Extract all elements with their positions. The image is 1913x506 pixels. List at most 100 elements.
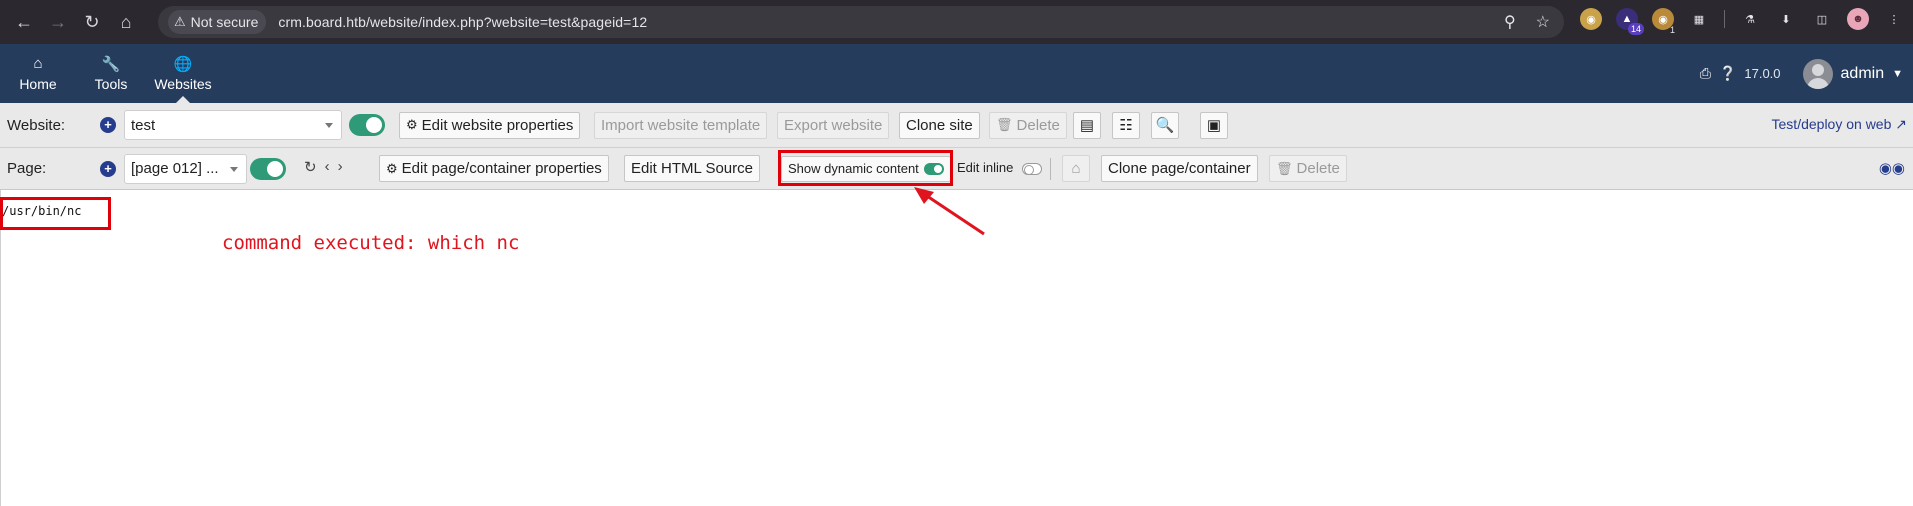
import-template-button[interactable]: Import website template (594, 111, 768, 139)
page-label: Page: (7, 160, 47, 177)
clone-site-label: Clone site (906, 116, 973, 134)
page-toolbar: Page: + [page 012] ... ↻ ‹ › ⚙ Edit page… (0, 148, 1913, 190)
security-label: Not secure (190, 14, 259, 30)
top-menu: ⌂ Home 🔧 Tools 🌐 Websites (0, 44, 1913, 103)
annotation-text: command executed: which nc (222, 232, 520, 254)
import-template-label: Import website template (601, 116, 761, 134)
trash-icon: 🗑 (996, 117, 1013, 132)
deploy-link-label: Test/deploy on web (1771, 116, 1892, 132)
user-name[interactable]: admin (1841, 65, 1885, 83)
address-bar[interactable]: ⚠ Not secure crm.board.htb/website/index… (158, 6, 1564, 38)
edit-inline-control[interactable]: Edit inline (957, 160, 1042, 175)
delete-page-label: Delete (1296, 160, 1340, 177)
security-chip[interactable]: ⚠ Not secure (168, 10, 267, 34)
search-icon: 🔍 (1155, 117, 1175, 134)
extension-badge-small: 1 (1669, 25, 1675, 35)
image-icon: ▣ (1206, 117, 1222, 134)
clone-site-button[interactable]: Clone site (899, 111, 980, 139)
edit-page-properties-button[interactable]: ⚙ Edit page/container properties (379, 155, 609, 182)
page-status-toggle[interactable] (250, 157, 286, 180)
delete-website-label: Delete (1016, 116, 1060, 134)
page-select[interactable]: [page 012] ... (124, 153, 247, 184)
binoculars-icon[interactable]: ◉◉ (1879, 159, 1905, 177)
edit-inline-toggle[interactable] (1022, 162, 1042, 175)
side-panel-icon[interactable]: ◫ (1811, 8, 1833, 30)
website-status-toggle[interactable] (349, 114, 385, 136)
edit-html-source-label: Edit HTML Source (631, 160, 753, 177)
trash-icon: 🗑 (1276, 160, 1293, 176)
delete-website-button[interactable]: 🗑 Delete (989, 111, 1067, 139)
chevron-down-icon (230, 166, 238, 172)
search-button[interactable]: 🔍 (1151, 111, 1179, 139)
drive-button[interactable]: ▤ (1073, 111, 1101, 139)
url-text[interactable]: crm.board.htb/website/index.php?website=… (278, 14, 647, 30)
refresh-icon[interactable]: ↻ (304, 158, 317, 176)
browser-toolbar: ← → ↻ ⌂ ⚠ Not secure crm.board.htb/websi… (0, 0, 1913, 44)
browser-menu-icon[interactable]: ⋮ (1883, 8, 1905, 30)
print-icon[interactable]: ⎙ (1700, 65, 1711, 82)
reload-icon[interactable]: ↻ (78, 8, 106, 36)
website-label: Website: (7, 116, 66, 134)
puzzle-extensions-icon[interactable]: ▦ (1688, 8, 1710, 30)
menu-home-label: Home (19, 76, 57, 92)
website-select[interactable]: test (124, 110, 342, 140)
forward-icon[interactable]: → (44, 8, 72, 36)
version-label: 17.0.0 (1744, 66, 1781, 81)
wrench-icon: 🔧 (101, 56, 121, 73)
clone-page-label: Clone page/container (1108, 160, 1251, 177)
prev-page-icon[interactable]: ‹ (325, 158, 330, 176)
menu-home[interactable]: ⌂ Home (14, 44, 62, 103)
sitemap-button[interactable]: ☷ (1112, 111, 1140, 139)
add-website-icon[interactable]: + (100, 117, 116, 133)
toolbar-divider (1724, 10, 1725, 28)
profile-avatar-icon[interactable]: ☻ (1847, 8, 1869, 30)
zoom-icon[interactable]: ⚲ (1504, 12, 1516, 32)
sitemap-icon: ☷ (1119, 117, 1133, 134)
cookie-editor-extension-icon[interactable]: ◉ 1 (1652, 8, 1675, 35)
external-link-icon: ↗ (1895, 116, 1907, 132)
media-button[interactable]: ▣ (1200, 111, 1228, 139)
home-icon: ⌂ (1071, 160, 1081, 177)
labs-flask-icon[interactable]: ⚗ (1739, 8, 1761, 30)
download-icon[interactable]: ⬇ (1775, 8, 1797, 30)
delete-page-button[interactable]: 🗑 Delete (1269, 155, 1347, 182)
wizard-extension-icon[interactable]: ▲ 14 (1616, 8, 1644, 35)
cookie-extension-icon[interactable]: ◉ (1580, 8, 1602, 30)
edit-html-source-button[interactable]: Edit HTML Source (624, 155, 760, 182)
next-page-icon[interactable]: › (338, 158, 343, 176)
page-select-value: [page 012] ... (131, 160, 219, 177)
clone-page-button[interactable]: Clone page/container (1101, 155, 1258, 182)
chevron-down-icon[interactable]: ▼ (1892, 68, 1903, 80)
hard-drive-icon: ▤ (1079, 117, 1095, 134)
avatar[interactable] (1802, 58, 1833, 89)
menu-websites[interactable]: 🌐 Websites (150, 44, 216, 103)
globe-icon: 🌐 (173, 56, 193, 73)
gear-icon: ⚙ (406, 117, 418, 132)
bookmark-star-icon[interactable]: ☆ (1536, 12, 1550, 32)
home-icon: ⌂ (33, 55, 43, 72)
highlight-dynamic-content-box (778, 150, 953, 186)
content-left-border (0, 190, 1, 506)
home-browser-icon[interactable]: ⌂ (112, 8, 140, 36)
highlight-output-box (0, 197, 111, 230)
deploy-link[interactable]: Test/deploy on web ↗ (1772, 116, 1907, 133)
menu-websites-label: Websites (154, 76, 212, 92)
edit-website-properties-button[interactable]: ⚙ Edit website properties (399, 111, 581, 139)
edit-inline-label: Edit inline (957, 160, 1014, 175)
home-page-button[interactable]: ⌂ (1062, 155, 1090, 182)
help-icon[interactable]: ❔ (1719, 65, 1736, 82)
export-website-button[interactable]: Export website (777, 111, 890, 139)
menu-tools-label: Tools (94, 76, 128, 92)
chevron-down-icon (325, 123, 333, 128)
extension-badge: 14 (1627, 23, 1644, 35)
menu-tools[interactable]: 🔧 Tools (90, 44, 132, 103)
website-select-value: test (131, 116, 156, 134)
edit-page-properties-label: Edit page/container properties (401, 160, 602, 177)
add-page-icon[interactable]: + (100, 160, 116, 177)
toolbar-divider (1050, 158, 1051, 180)
export-website-label: Export website (784, 116, 883, 134)
back-icon[interactable]: ← (10, 8, 38, 36)
edit-website-properties-label: Edit website properties (421, 116, 574, 134)
warning-icon: ⚠ (174, 14, 186, 29)
annotation-arrow (914, 187, 985, 236)
